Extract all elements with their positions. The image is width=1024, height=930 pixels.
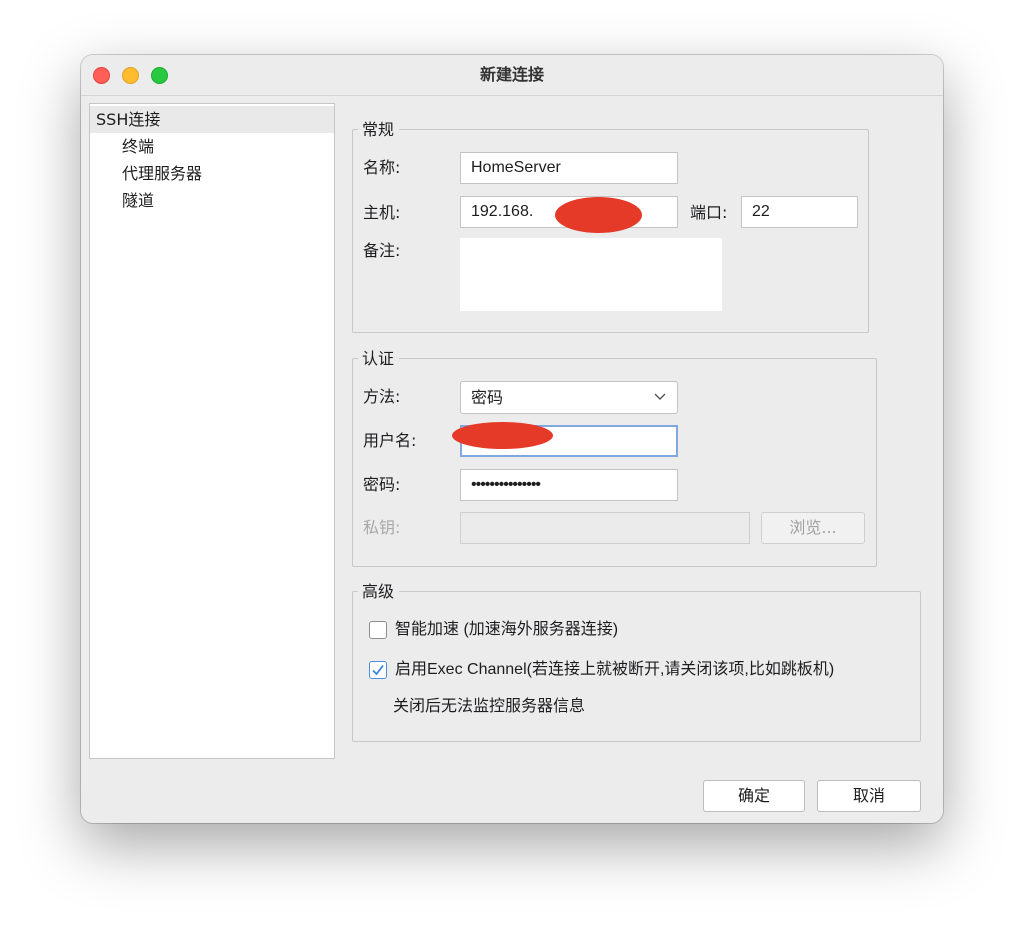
password-label: 密码: — [363, 475, 401, 494]
name-input[interactable]: HomeServer — [460, 152, 678, 184]
general-group-title: 常规 — [358, 119, 400, 141]
note-textarea[interactable] — [460, 238, 722, 311]
tree-item-label: 终端 — [122, 137, 155, 156]
host-value: 192.168. — [471, 203, 534, 220]
advanced-group-title: 高级 — [358, 581, 400, 603]
note-label: 备注: — [363, 241, 401, 260]
tree-item-proxy[interactable]: 代理服务器 — [90, 160, 334, 187]
exec-channel-note: 关闭后无法监控服务器信息 — [393, 698, 586, 715]
browse-button: 浏览... — [761, 512, 865, 544]
new-connection-dialog: 新建连接 SSH连接 终端 代理服务器 隧道 常规 名称: HomeServer… — [81, 55, 943, 823]
tree-item-label: 隧道 — [122, 191, 155, 210]
titlebar: 新建连接 — [81, 55, 943, 96]
tree-item-ssh[interactable]: SSH连接 — [90, 106, 334, 133]
auth-group-title: 认证 — [358, 348, 400, 370]
smart-accel-label[interactable]: 智能加速 (加速海外服务器连接) — [395, 619, 618, 641]
tree-item-label: SSH连接 — [96, 110, 161, 129]
settings-tree: SSH连接 终端 代理服务器 隧道 — [89, 103, 335, 759]
private-key-input — [460, 512, 750, 544]
host-redaction-mark — [555, 197, 642, 233]
method-select[interactable]: 密码 — [460, 381, 678, 414]
private-key-label: 私钥: — [363, 518, 401, 537]
chevron-down-icon — [654, 393, 666, 400]
smart-accel-checkbox[interactable] — [369, 621, 387, 639]
ok-button[interactable]: 确定 — [703, 780, 805, 812]
checkmark-icon — [372, 664, 384, 676]
exec-channel-label[interactable]: 启用Exec Channel(若连接上就被断开,请关闭该项,比如跳板机) — [395, 659, 834, 681]
password-input[interactable]: ••••••••••••••• — [460, 469, 678, 501]
method-value: 密码 — [471, 388, 504, 407]
username-label: 用户名: — [363, 431, 417, 450]
tree-item-tunnel[interactable]: 隧道 — [90, 187, 334, 214]
port-input[interactable]: 22 — [741, 196, 858, 228]
name-label: 名称: — [363, 158, 401, 177]
exec-channel-checkbox[interactable] — [369, 661, 387, 679]
window-title: 新建连接 — [479, 65, 544, 84]
cancel-button[interactable]: 取消 — [817, 780, 921, 812]
tree-item-label: 代理服务器 — [122, 164, 203, 183]
host-label: 主机: — [363, 203, 401, 222]
method-label: 方法: — [363, 387, 401, 406]
username-redaction-mark — [452, 422, 553, 449]
port-label: 端口: — [690, 203, 728, 222]
tree-item-terminal[interactable]: 终端 — [90, 133, 334, 160]
